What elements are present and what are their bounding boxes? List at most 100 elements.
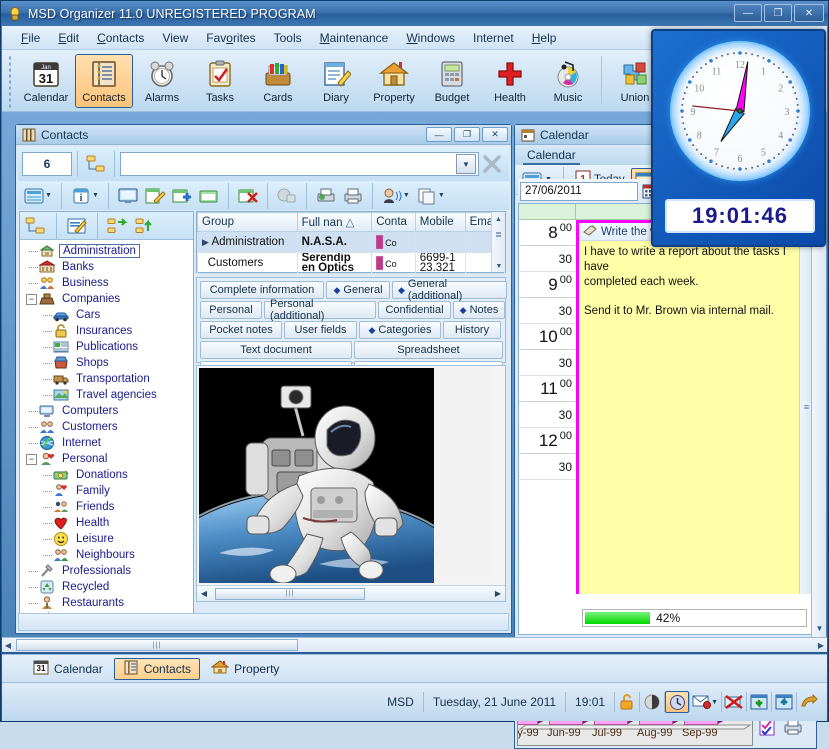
hour-slot[interactable]: 30 bbox=[519, 350, 576, 376]
taskbar-tab-calendar[interactable]: 31 Calendar bbox=[24, 658, 112, 680]
hour-slot[interactable]: 8 00 bbox=[519, 220, 576, 246]
date-input[interactable]: 27/06/2011 bbox=[520, 181, 638, 201]
menu-item-maintenance[interactable]: Maintenance bbox=[311, 28, 398, 48]
tab-pocket-notes[interactable]: Pocket notes bbox=[200, 321, 282, 339]
group-filter-icon[interactable] bbox=[83, 152, 109, 176]
groups-tree[interactable]: Administration Banks Business − Companies Car… bbox=[20, 240, 193, 627]
tab-spreadsheet[interactable]: Spreadsheet bbox=[354, 341, 503, 359]
scroll-right-icon[interactable]: ▶ bbox=[815, 641, 827, 650]
image-horizontal-scrollbar[interactable]: ◀ ||| ▶ bbox=[197, 585, 505, 601]
minimize-button[interactable]: — bbox=[734, 4, 762, 22]
toolbar-grip[interactable] bbox=[8, 55, 12, 109]
tab-general-additional-[interactable]: ◆ General (additional) bbox=[392, 278, 507, 302]
tab-calendar[interactable]: Calendar bbox=[523, 147, 580, 165]
column-header-full-nan[interactable]: Full nan △ bbox=[296, 212, 373, 232]
tree-item-professionals[interactable]: Professionals bbox=[22, 563, 193, 579]
menu-item-internet[interactable]: Internet bbox=[464, 28, 523, 48]
toolbar-button-cards[interactable]: Cards bbox=[249, 54, 307, 108]
tree-item-customers[interactable]: Customers bbox=[22, 419, 193, 435]
tab-general[interactable]: ◆ General bbox=[326, 281, 390, 299]
column-header-conta[interactable]: Conta bbox=[371, 212, 416, 232]
tree-item-insurances[interactable]: Insurances bbox=[22, 323, 193, 339]
grid-scroll-up[interactable]: ▲ bbox=[492, 212, 505, 226]
toolbar-button-calendar[interactable]: Jan 31 Calendar bbox=[17, 54, 75, 108]
print-preview-icon[interactable] bbox=[313, 184, 339, 208]
restore-window-icon[interactable] bbox=[772, 691, 796, 713]
tab-confidential[interactable]: Confidential bbox=[378, 301, 451, 319]
tree-item-internet[interactable]: Internet bbox=[22, 435, 193, 451]
contacts-restore-button[interactable]: ❐ bbox=[454, 127, 480, 142]
refresh-icon[interactable] bbox=[797, 691, 821, 713]
tree-item-computers[interactable]: Computers bbox=[22, 403, 193, 419]
toolbar-button-contacts[interactable]: Contacts bbox=[75, 54, 133, 108]
tree-item-companies[interactable]: − Companies bbox=[22, 291, 193, 307]
hour-slot[interactable]: 30 bbox=[519, 246, 576, 272]
close-button[interactable]: ✕ bbox=[794, 4, 824, 22]
menu-item-file[interactable]: File bbox=[12, 28, 49, 48]
move-group-icon[interactable] bbox=[105, 214, 131, 238]
column-header-group[interactable]: Group bbox=[197, 212, 298, 232]
unlock-padlock-icon[interactable] bbox=[615, 691, 639, 713]
tree-item-cars[interactable]: Cars bbox=[22, 307, 193, 323]
toolbar-button-tasks[interactable]: Tasks bbox=[191, 54, 249, 108]
scroll-thumb[interactable]: ≡ bbox=[804, 402, 809, 412]
column-header-mobile[interactable]: Mobile bbox=[414, 212, 466, 232]
tree-item-banks[interactable]: Banks bbox=[22, 259, 193, 275]
tree-item-shops[interactable]: Shops bbox=[22, 355, 193, 371]
hour-slot[interactable]: 11 00 bbox=[519, 376, 576, 402]
mail-delete-icon[interactable] bbox=[690, 691, 714, 713]
menu-item-contacts[interactable]: Contacts bbox=[88, 28, 153, 48]
delete-record-icon[interactable] bbox=[235, 184, 261, 208]
tree-expander[interactable]: − bbox=[26, 453, 37, 465]
edit-record-icon[interactable] bbox=[142, 184, 168, 208]
folder-icon[interactable] bbox=[196, 184, 222, 208]
info-icon[interactable]: i bbox=[68, 184, 94, 208]
download-icon[interactable] bbox=[747, 691, 771, 713]
clock-widget[interactable]: 12 1 2 3 4 5 6 7 8 9 10 11 19:01:46 bbox=[651, 29, 826, 247]
menu-item-help[interactable]: Help bbox=[523, 28, 566, 48]
search-field[interactable] bbox=[121, 154, 454, 174]
grid-scroll-thumb[interactable]: ≣ bbox=[492, 226, 505, 242]
contacts-minimize-button[interactable]: — bbox=[426, 127, 452, 142]
tree-item-friends[interactable]: Friends bbox=[22, 499, 193, 515]
menu-item-favorites[interactable]: Favorites bbox=[197, 28, 264, 48]
tab-history[interactable]: History bbox=[443, 321, 501, 339]
copy-document-icon[interactable] bbox=[414, 184, 440, 208]
hour-slot[interactable]: 10 00 bbox=[519, 324, 576, 350]
taskbar-tab-property[interactable]: Property bbox=[202, 658, 288, 680]
tree-item-transportation[interactable]: Transportation bbox=[22, 371, 193, 387]
toolbar-button-property[interactable]: Property bbox=[365, 54, 423, 108]
tab-categories[interactable]: ◆ Categories bbox=[359, 321, 441, 339]
clear-search-icon[interactable] bbox=[479, 152, 505, 176]
taskbar-tab-contacts[interactable]: Contacts bbox=[113, 657, 201, 680]
group-icon[interactable] bbox=[23, 214, 49, 238]
tree-expander[interactable]: − bbox=[26, 293, 37, 305]
edit-group-icon[interactable] bbox=[64, 214, 90, 238]
hour-slot[interactable]: 9 00 bbox=[519, 272, 576, 298]
hour-slot[interactable]: 30 bbox=[519, 454, 576, 480]
tab-personal[interactable]: Personal bbox=[200, 301, 262, 319]
toolbar-button-diary[interactable]: Diary bbox=[307, 54, 365, 108]
no-mail-icon[interactable] bbox=[722, 691, 746, 713]
clock-icon[interactable] bbox=[665, 691, 690, 713]
move-group-up-icon[interactable] bbox=[133, 214, 159, 238]
appointment-block[interactable]: Write the weekly report ⟳ I have to writ… bbox=[576, 220, 799, 594]
image-scroll-thumb[interactable]: ||| bbox=[215, 587, 365, 600]
detail-tabs[interactable]: Complete information ◆ General ◆ General (ad… bbox=[196, 277, 507, 379]
toolbar-button-alarms[interactable]: Alarms bbox=[133, 54, 191, 108]
screen-icon[interactable] bbox=[115, 184, 141, 208]
tree-item-recycled[interactable]: Recycled bbox=[22, 579, 193, 595]
moon-phase-icon[interactable] bbox=[640, 691, 664, 713]
contacts-close-button[interactable]: ✕ bbox=[482, 127, 508, 142]
menu-item-edit[interactable]: Edit bbox=[49, 28, 88, 48]
grid-scroll-down[interactable]: ▼ bbox=[492, 263, 506, 270]
tab-text-document[interactable]: Text document bbox=[200, 341, 352, 359]
tree-item-neighbours[interactable]: Neighbours bbox=[22, 547, 193, 563]
tab-notes[interactable]: ◆ Notes bbox=[453, 301, 505, 319]
add-record-icon[interactable] bbox=[169, 184, 195, 208]
tree-item-administration[interactable]: Administration bbox=[22, 243, 193, 259]
tree-item-business[interactable]: Business bbox=[22, 275, 193, 291]
tree-item-personal[interactable]: − Personal bbox=[22, 451, 193, 467]
hour-slot[interactable]: 30 bbox=[519, 402, 576, 428]
table-row[interactable]: ▶ Administration N.A.S.A. ▊Co bbox=[197, 231, 506, 253]
